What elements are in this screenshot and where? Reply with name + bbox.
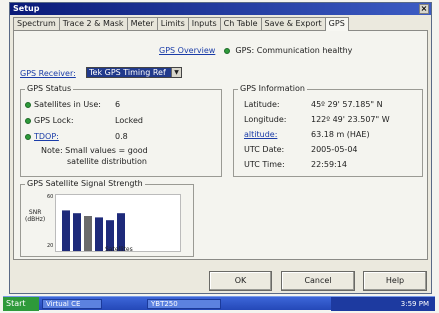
snr-bar-2 (73, 213, 81, 251)
status-ok-icon (223, 48, 230, 54)
gps-overview-link[interactable]: GPS Overview (159, 46, 215, 55)
utc-date-value: 2005-05-04 (311, 145, 358, 154)
utc-time-label: UTC Time: (244, 160, 285, 169)
gps-panel: GPS Overview GPS: Communication healthy … (13, 30, 428, 260)
tab-save-export[interactable]: Save & Export (260, 17, 326, 30)
tab-meter[interactable]: Meter (126, 17, 158, 30)
tab-inputs[interactable]: Inputs (187, 17, 221, 30)
satellites-row: Satellites in Use: (25, 100, 101, 109)
snr-bar-3 (84, 216, 92, 251)
tdop-link[interactable]: TDOP: (34, 132, 59, 141)
taskbar-item-virtual-ce[interactable]: Virtual CE (42, 299, 102, 309)
tdop-value: 0.8 (115, 132, 128, 141)
status-ok-icon (25, 102, 31, 108)
gps-lock-row: GPS Lock: (25, 116, 74, 125)
status-ok-icon (25, 118, 31, 124)
snr-axis-label: SNR (dBHz) (25, 209, 45, 223)
title-bar: Setup × (10, 3, 431, 15)
altitude-value: 63.18 m (HAE) (311, 130, 370, 139)
tab-bar: Spectrum Trace 2 & Mask Meter Limits Inp… (13, 17, 349, 31)
tab-limits[interactable]: Limits (156, 17, 189, 30)
window-title: Setup (13, 4, 40, 13)
y-tick-bottom: 20 (47, 243, 54, 249)
tab-gps[interactable]: GPS (324, 17, 349, 31)
altitude-link[interactable]: altitude: (244, 130, 277, 139)
tdop-note-line1: Note: Small values = good (41, 146, 148, 155)
snr-bar-4 (95, 217, 103, 251)
chevron-down-icon[interactable]: ▼ (171, 68, 181, 77)
help-button[interactable]: Help (363, 271, 427, 291)
status-ok-icon (25, 134, 31, 140)
satellites-axis-label: Satellites (105, 246, 133, 253)
system-tray: 3:59 PM (331, 297, 435, 311)
satellites-label: Satellites in Use: (34, 100, 101, 109)
gps-health-text: GPS: Communication healthy (235, 46, 353, 55)
snr-bar-1 (62, 210, 70, 251)
tab-ch-table[interactable]: Ch Table (219, 17, 262, 30)
snr-axis-label-line1: SNR (28, 209, 42, 216)
utc-time-value: 22:59:14 (311, 160, 347, 169)
gps-health-row: GPS Overview GPS: Communication healthy (159, 46, 352, 55)
tdop-note-line2: satellite distribution (67, 157, 147, 166)
gps-receiver-link[interactable]: GPS Receiver: (20, 69, 76, 78)
gps-lock-label: GPS Lock: (34, 116, 74, 125)
signal-strength-group: GPS Satellite Signal Strength SNR (dBHz)… (20, 179, 194, 257)
gps-information-title: GPS Information (238, 84, 307, 94)
satellites-value: 6 (115, 100, 121, 109)
ok-button[interactable]: OK (209, 271, 272, 291)
longitude-label: Longitude: (244, 115, 287, 124)
signal-plot (55, 194, 181, 252)
snr-bar-chart (62, 210, 125, 251)
tdop-row: TDOP: (25, 132, 59, 141)
snr-axis-label-line2: (dBHz) (25, 216, 46, 223)
tab-trace2-mask[interactable]: Trace 2 & Mask (58, 17, 128, 30)
longitude-value: 122º 49' 23.507" W (311, 115, 390, 124)
gps-status-group: GPS Status Satellites in Use: 6 GPS Lock… (20, 84, 222, 177)
cancel-button[interactable]: Cancel (281, 271, 355, 291)
close-button[interactable]: × (419, 4, 429, 14)
setup-dialog: Setup × Spectrum Trace 2 & Mask Meter Li… (9, 2, 432, 294)
latitude-label: Latitude: (244, 100, 280, 109)
gps-information-group: GPS Information Latitude: 45º 29' 57.185… (233, 84, 423, 177)
utc-date-label: UTC Date: (244, 145, 285, 154)
gps-receiver-value: Tek GPS Timing Ref (87, 68, 171, 77)
gps-lock-value: Locked (115, 116, 143, 125)
clock: 3:59 PM (400, 300, 429, 308)
y-tick-top: 60 (47, 194, 54, 200)
gps-receiver-select[interactable]: Tek GPS Timing Ref ▼ (86, 67, 182, 78)
start-button[interactable]: Start (3, 297, 39, 311)
taskbar-item-ybt250[interactable]: YBT250 (147, 299, 221, 309)
tab-spectrum[interactable]: Spectrum (13, 17, 60, 30)
gps-status-title: GPS Status (25, 84, 74, 94)
latitude-value: 45º 29' 57.185" N (311, 100, 383, 109)
signal-strength-title: GPS Satellite Signal Strength (25, 179, 145, 189)
taskbar: Start Virtual CE YBT250 3:59 PM (3, 296, 435, 311)
